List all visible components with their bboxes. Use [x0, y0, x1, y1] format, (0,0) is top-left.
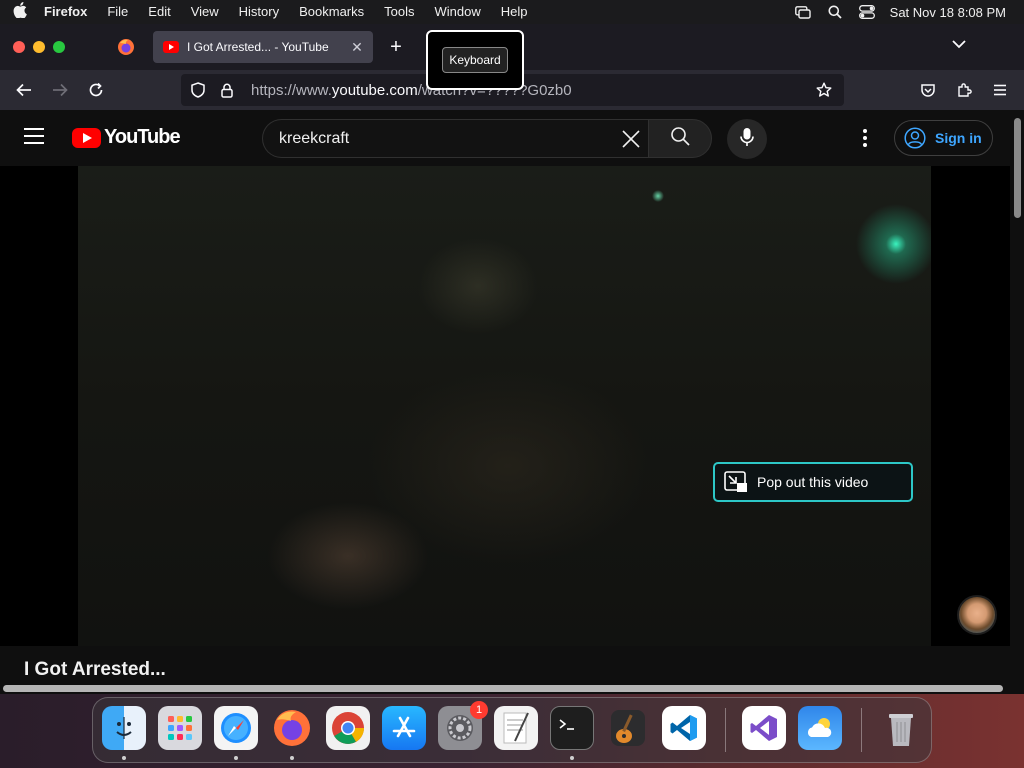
launchpad-icon[interactable]	[158, 706, 202, 750]
youtube-logo[interactable]: YouTube	[72, 126, 181, 149]
menu-app-name[interactable]: Firefox	[40, 0, 97, 24]
visual-studio-code-icon[interactable]	[662, 706, 706, 750]
finder-running-dot	[122, 756, 126, 760]
pop-out-video-button[interactable]: Pop out this video	[713, 462, 913, 502]
youtube-favicon-icon	[163, 41, 179, 53]
sign-in-button[interactable]: Sign in	[894, 120, 993, 156]
search-button[interactable]	[648, 119, 712, 158]
reload-icon[interactable]	[83, 77, 109, 103]
screen: Firefox File Edit View History Bookmarks…	[0, 0, 1024, 768]
vertical-scrollbar[interactable]	[1010, 110, 1024, 688]
youtube-logo-text: YouTube	[104, 126, 181, 148]
horizontal-scrollbar[interactable]	[0, 682, 1010, 694]
list-all-tabs-chevron-icon[interactable]	[952, 36, 972, 56]
apple-menu-icon[interactable]	[0, 2, 40, 22]
dock-separator	[725, 708, 726, 752]
vertical-scrollbar-thumb[interactable]	[1014, 118, 1021, 218]
window-zoom-button[interactable]	[53, 41, 65, 53]
dock-separator-trash	[861, 708, 862, 752]
window-close-button[interactable]	[13, 41, 25, 53]
tab-youtube-video[interactable]: I Got Arrested... - YouTube ✕	[153, 31, 373, 63]
extensions-puzzle-icon[interactable]	[951, 77, 977, 103]
spotlight-search-icon[interactable]	[826, 5, 844, 19]
menu-bar-clock[interactable]: Sat Nov 18 8:08 PM	[890, 5, 1006, 20]
back-arrow-icon[interactable]	[11, 77, 37, 103]
url-host: youtube.com	[331, 81, 418, 99]
keyboard-tooltip: Keyboard	[426, 30, 524, 90]
youtube-header: YouTube Sign in	[0, 110, 1010, 166]
settings-notification-badge: 1	[470, 701, 488, 719]
search-box[interactable]	[262, 119, 648, 158]
macos-menu-bar: Firefox File Edit View History Bookmarks…	[0, 0, 1024, 24]
firefox-pinned-tab-icon[interactable]	[113, 34, 139, 60]
clear-search-icon[interactable]	[618, 126, 644, 152]
weather-icon[interactable]	[798, 706, 842, 750]
picture-in-picture-icon	[723, 469, 749, 495]
microphone-icon	[740, 127, 754, 152]
floating-avatar-icon[interactable]	[957, 595, 997, 635]
firefox-running-dot	[290, 756, 294, 760]
screen-mirroring-icon[interactable]	[794, 5, 812, 19]
trash-icon[interactable]	[879, 706, 923, 750]
pop-out-video-label: Pop out this video	[757, 474, 869, 490]
pocket-icon[interactable]	[915, 77, 941, 103]
menu-window[interactable]: Window	[425, 0, 491, 24]
textedit-icon[interactable]	[494, 706, 538, 750]
menu-history[interactable]: History	[229, 0, 289, 24]
app-menu-hamburger-icon[interactable]	[987, 77, 1013, 103]
tab-title: I Got Arrested... - YouTube	[187, 40, 329, 54]
chrome-icon[interactable]	[326, 706, 370, 750]
firefox-dock-icon[interactable]	[270, 706, 314, 750]
menu-bar-status-area: Sat Nov 18 8:08 PM	[794, 0, 1024, 24]
bookmark-star-icon[interactable]	[812, 78, 836, 102]
visual-studio-icon[interactable]	[742, 706, 786, 750]
terminal-running-dot	[570, 756, 574, 760]
finder-icon[interactable]	[102, 706, 146, 750]
tracking-protection-shield-icon[interactable]	[186, 78, 210, 102]
window-minimize-button[interactable]	[33, 41, 45, 53]
sign-in-label: Sign in	[935, 130, 982, 146]
video-title: I Got Arrested...	[24, 659, 166, 680]
menu-tools[interactable]: Tools	[374, 0, 424, 24]
garageband-icon[interactable]	[606, 706, 650, 750]
lock-icon[interactable]	[215, 78, 239, 102]
keyboard-tooltip-label: Keyboard	[442, 47, 508, 73]
video-player[interactable]: Pop out this video	[0, 166, 1010, 646]
youtube-play-logo-icon	[72, 127, 101, 148]
app-store-icon[interactable]	[382, 706, 426, 750]
new-tab-button[interactable]: +	[384, 34, 408, 60]
voice-search-button[interactable]	[727, 119, 767, 159]
menu-view[interactable]: View	[181, 0, 229, 24]
search-icon	[670, 126, 690, 151]
settings-more-icon[interactable]	[855, 126, 875, 150]
search-input[interactable]	[279, 129, 609, 148]
control-center-icon[interactable]	[858, 5, 876, 19]
terminal-icon[interactable]	[550, 706, 594, 750]
horizontal-scrollbar-thumb[interactable]	[3, 685, 1003, 692]
url-prefix: https://www.	[251, 81, 332, 99]
forward-arrow-icon[interactable]	[47, 77, 73, 103]
guide-menu-icon[interactable]	[24, 128, 48, 148]
safari-icon[interactable]	[214, 706, 258, 750]
system-settings-icon[interactable]: 1	[438, 701, 488, 750]
dock: 1	[92, 697, 932, 763]
menu-edit[interactable]: Edit	[138, 0, 180, 24]
menu-file[interactable]: File	[97, 0, 138, 24]
menu-help[interactable]: Help	[491, 0, 538, 24]
menu-bookmarks[interactable]: Bookmarks	[289, 0, 374, 24]
video-frame[interactable]	[78, 166, 931, 646]
account-circle-icon	[903, 126, 927, 150]
safari-running-dot	[234, 756, 238, 760]
tab-close-icon[interactable]: ✕	[345, 39, 369, 56]
